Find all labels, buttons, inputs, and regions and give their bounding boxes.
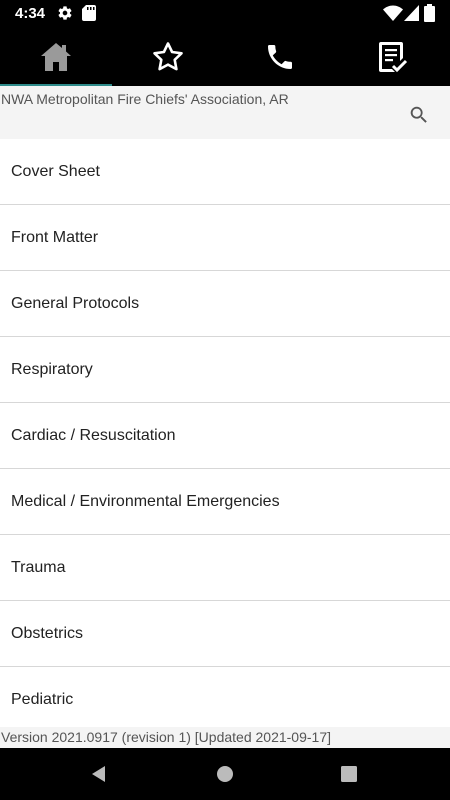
tab-contacts[interactable] bbox=[224, 28, 336, 86]
recents-icon bbox=[341, 766, 357, 782]
list-item[interactable]: Front Matter bbox=[0, 205, 450, 271]
list-item[interactable]: Pediatric bbox=[0, 667, 450, 727]
star-icon bbox=[153, 42, 183, 71]
back-icon bbox=[92, 766, 105, 782]
list-item-label: Cardiac / Resuscitation bbox=[11, 426, 176, 444]
home-button[interactable] bbox=[205, 758, 245, 790]
list-item[interactable]: Respiratory bbox=[0, 337, 450, 403]
wifi-icon bbox=[383, 5, 403, 26]
recents-button[interactable] bbox=[329, 758, 369, 790]
list-item[interactable]: Obstetrics bbox=[0, 601, 450, 667]
version-text: Version 2021.0917 (revision 1) [Updated … bbox=[1, 729, 331, 745]
checklist-icon bbox=[379, 42, 408, 73]
status-bar: 4:34 bbox=[0, 0, 450, 28]
list-item[interactable]: Medical / Environmental Emergencies bbox=[0, 469, 450, 535]
list-item[interactable]: Trauma bbox=[0, 535, 450, 601]
header: NWA Metropolitan Fire Chiefs' Associatio… bbox=[0, 86, 450, 139]
page-title: NWA Metropolitan Fire Chiefs' Associatio… bbox=[1, 91, 289, 107]
home-circle-icon bbox=[217, 766, 233, 782]
sd-card-icon bbox=[82, 5, 96, 26]
back-button[interactable] bbox=[79, 758, 119, 790]
list-item-label: Trauma bbox=[11, 558, 66, 576]
status-time: 4:34 bbox=[15, 5, 46, 22]
list-item[interactable]: Cover Sheet bbox=[0, 139, 450, 205]
list-item-label: Front Matter bbox=[11, 228, 99, 246]
search-icon bbox=[410, 106, 427, 123]
tab-favorites[interactable] bbox=[112, 28, 224, 86]
list-item-label: Cover Sheet bbox=[11, 162, 100, 180]
list-item-label: Obstetrics bbox=[11, 624, 84, 642]
list-item-label: Pediatric bbox=[11, 690, 74, 708]
tab-home[interactable] bbox=[0, 28, 112, 86]
list-item[interactable]: Cardiac / Resuscitation bbox=[0, 403, 450, 469]
tab-checklist[interactable] bbox=[336, 28, 448, 86]
search-button[interactable] bbox=[405, 101, 433, 129]
list-item[interactable]: General Protocols bbox=[0, 271, 450, 337]
list-item-label: Respiratory bbox=[11, 360, 93, 378]
version-footer: Version 2021.0917 (revision 1) [Updated … bbox=[0, 727, 450, 748]
phone-icon bbox=[268, 45, 292, 69]
tab-bar bbox=[0, 28, 450, 86]
home-icon bbox=[41, 43, 71, 71]
protocol-list: Cover Sheet Front Matter General Protoco… bbox=[0, 139, 450, 727]
battery-icon bbox=[424, 4, 435, 27]
system-nav-bar bbox=[0, 748, 450, 800]
gear-icon bbox=[57, 5, 73, 26]
list-item-label: Medical / Environmental Emergencies bbox=[11, 492, 280, 510]
cellular-signal-icon bbox=[404, 5, 419, 26]
list-item-label: General Protocols bbox=[11, 294, 140, 312]
